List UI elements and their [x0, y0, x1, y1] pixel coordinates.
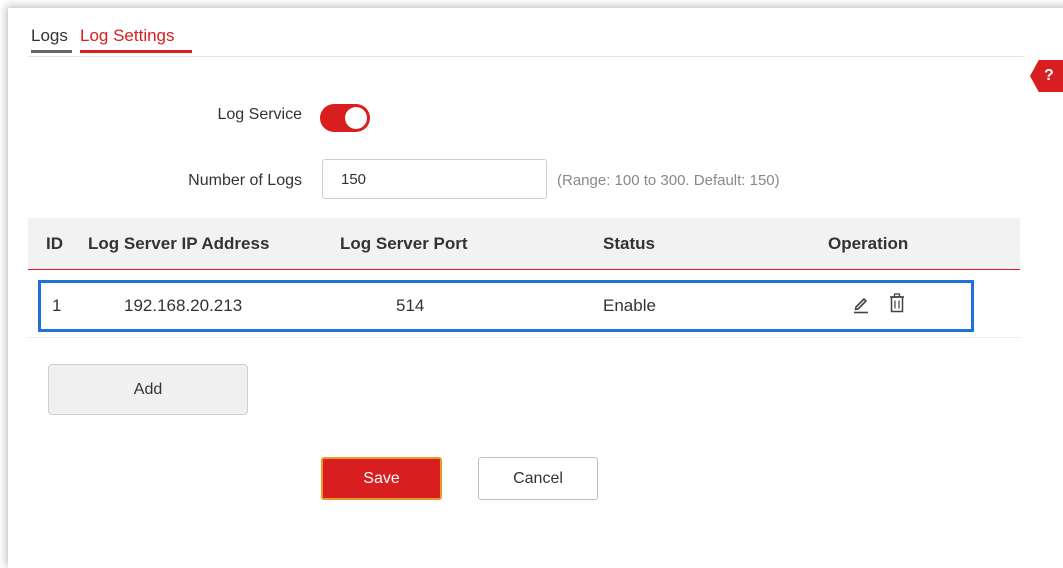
number-of-logs-input[interactable] [322, 159, 547, 199]
tab-logs[interactable]: Logs [31, 26, 68, 46]
toggle-knob [345, 107, 367, 129]
log-service-toggle[interactable] [320, 104, 370, 132]
table-row: 1 192.168.20.213 514 Enable [28, 272, 1020, 338]
tabs-divider [28, 56, 1024, 57]
trash-icon[interactable] [888, 292, 906, 314]
log-service-label: Log Service [217, 106, 303, 123]
column-header-port: Log Server Port [340, 234, 468, 253]
add-button[interactable]: Add [48, 364, 248, 415]
cancel-button[interactable]: Cancel [478, 457, 598, 500]
number-of-logs-label: Number of Logs [188, 172, 302, 189]
cell-ip: 192.168.20.213 [124, 296, 243, 315]
number-of-logs-hint: (Range: 100 to 300. Default: 150) [557, 172, 780, 189]
cell-port: 514 [396, 296, 425, 315]
tab-bar: Logs Log Settings [24, 14, 1024, 58]
help-icon: ? [1044, 67, 1054, 84]
column-header-ip: Log Server IP Address [88, 234, 270, 253]
edit-icon[interactable] [852, 294, 870, 314]
tab-log-settings[interactable]: Log Settings [80, 26, 175, 46]
column-header-status: Status [603, 234, 655, 253]
save-button[interactable]: Save [321, 457, 442, 500]
cell-status: Enable [603, 296, 656, 315]
tab-active-underline [80, 50, 192, 53]
column-header-id: ID [46, 234, 63, 253]
tab-logs-underline [31, 50, 72, 53]
column-header-operation: Operation [828, 234, 909, 253]
cell-id: 1 [52, 296, 62, 315]
table-header: ID Log Server IP Address Log Server Port… [28, 218, 1020, 270]
